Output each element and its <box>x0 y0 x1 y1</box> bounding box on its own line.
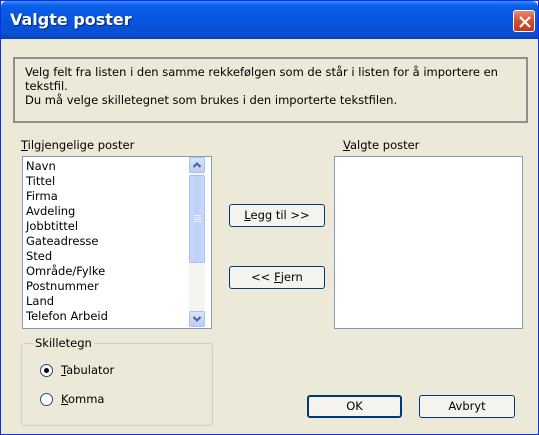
list-item[interactable]: Jobbtittel <box>26 219 78 233</box>
list-item[interactable]: Firma <box>26 189 58 203</box>
remove-button-prefix: << <box>251 270 275 284</box>
list-item[interactable]: Avdeling <box>26 204 75 218</box>
chevron-up-icon <box>192 162 202 168</box>
list-item[interactable]: Postnummer <box>26 279 99 293</box>
radio-komma-label[interactable]: Komma <box>61 392 104 406</box>
window-title: Valgte poster <box>10 10 132 29</box>
radio-komma[interactable] <box>40 393 53 406</box>
info-line-1: Velg felt fra listen i den samme rekkefø… <box>25 65 498 79</box>
remove-button-accesskey: F <box>274 270 281 284</box>
selected-label-text: algte poster <box>349 138 420 152</box>
thumb-grip-line <box>194 221 201 222</box>
komma-label-text: omma <box>67 392 105 406</box>
komma-accesskey: K <box>61 392 68 406</box>
available-label-text: ilgjengelige poster <box>27 138 135 152</box>
ok-button[interactable]: OK <box>307 395 402 418</box>
list-item[interactable]: Telefon Arbeid <box>26 309 108 323</box>
separator-legend: Skilletegn <box>33 336 94 350</box>
dialog-window: Valgte poster Velg felt fra listen i den… <box>0 0 539 435</box>
thumb-grip-line <box>194 219 201 220</box>
available-list-scrollbar[interactable] <box>189 157 205 327</box>
thumb-grip-line <box>194 217 201 218</box>
add-button[interactable]: Legg til >> <box>229 204 325 227</box>
remove-button-label: jern <box>280 270 303 284</box>
remove-button[interactable]: << Fjern <box>229 266 325 289</box>
scroll-thumb[interactable] <box>189 175 205 263</box>
title-bar[interactable]: Valgte poster <box>1 1 538 39</box>
selected-fields-list[interactable] <box>334 156 523 329</box>
separator-groupbox <box>21 343 213 426</box>
radio-tabulator-label[interactable]: Tabulator <box>61 363 114 377</box>
available-fields-label: Tilgjengelige poster <box>21 138 134 152</box>
add-button-label: egg til >> <box>250 208 310 222</box>
list-item[interactable]: Tittel <box>26 174 55 188</box>
radio-selected-dot <box>44 368 49 373</box>
list-item[interactable]: Område/Fylke <box>26 264 105 278</box>
chevron-down-icon <box>192 316 202 322</box>
radio-tabulator[interactable] <box>40 364 53 377</box>
selected-fields-label: Valgte poster <box>343 138 419 152</box>
list-item[interactable]: Gateadresse <box>26 234 99 248</box>
available-fields-list[interactable]: Navn Tittel Firma Avdeling Jobbtittel Ga… <box>22 156 212 329</box>
tabulator-label-text: abulator <box>66 363 115 377</box>
scroll-up-button[interactable] <box>189 157 205 173</box>
cancel-button[interactable]: Avbryt <box>419 395 515 418</box>
list-item[interactable]: Navn <box>26 159 56 173</box>
thumb-grip-line <box>194 215 201 216</box>
close-button[interactable] <box>513 10 535 32</box>
list-item[interactable]: Sted <box>26 249 52 263</box>
list-item[interactable]: Land <box>26 294 54 308</box>
available-label-accesskey: T <box>21 138 28 152</box>
info-line-2: tekstfil. <box>25 79 68 93</box>
selected-label-accesskey: V <box>343 138 350 152</box>
info-line-3: Du må velge skilletegnet som brukes i de… <box>25 93 398 107</box>
close-icon <box>519 16 531 28</box>
info-panel: Velg felt fra listen i den samme rekkefø… <box>13 57 528 123</box>
scroll-down-button[interactable] <box>189 311 205 327</box>
